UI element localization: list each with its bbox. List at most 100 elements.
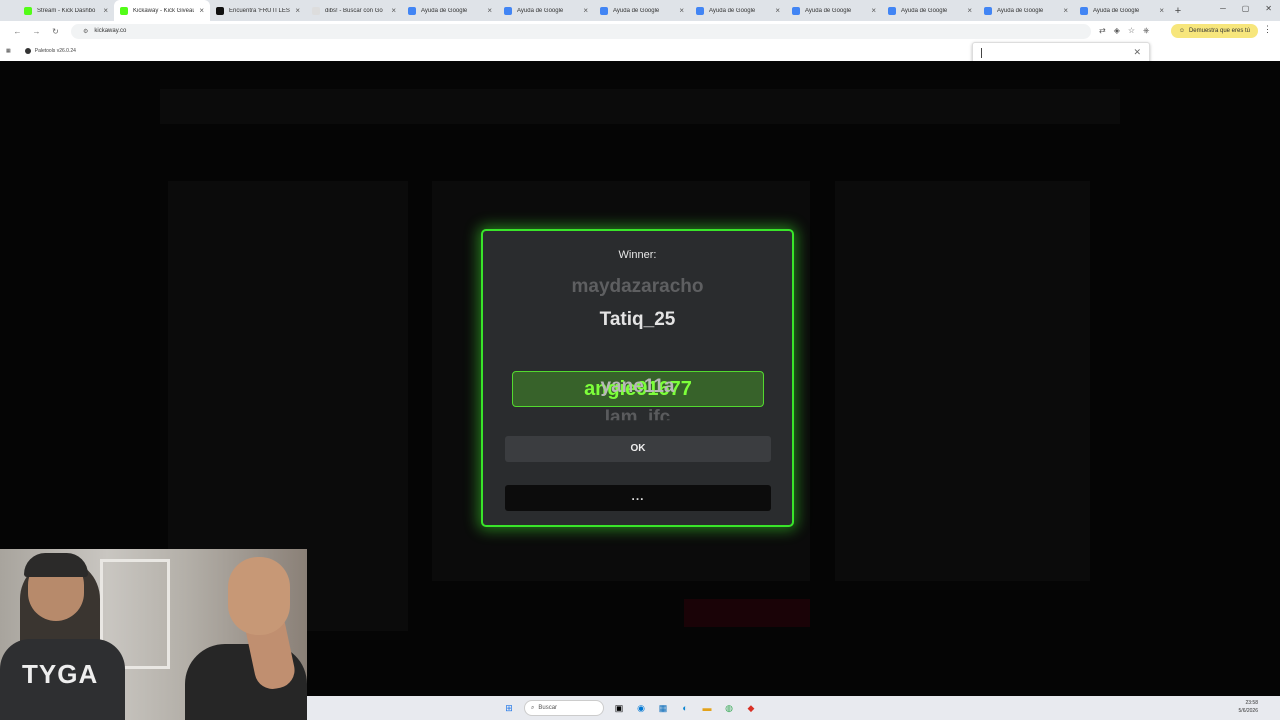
menu-icon[interactable]: ⋮ — [1263, 24, 1272, 35]
winner-modal: Winner: maydazaracho Tatiq_25 angie91677… — [481, 229, 794, 527]
tab-strip: Stream - Kick Dashbo × Kickaway - Kick Giv… — [0, 0, 1280, 21]
winner-label: Winner: — [618, 249, 657, 261]
file-explorer-icon[interactable]: ▬ — [700, 701, 714, 715]
tab-close-icon[interactable]: × — [679, 6, 684, 15]
close-window-icon[interactable]: ✕ — [1265, 4, 1272, 13]
verify-promo[interactable]: ☺ Demuestra que eres tú — [1170, 24, 1258, 38]
tab-favicon — [1080, 6, 1088, 15]
tab-close-icon[interactable]: × — [199, 6, 204, 15]
streamer-cap — [24, 553, 88, 577]
browser-tab[interactable]: Encuentra 'FRUTI LES × — [210, 0, 306, 21]
search-icon: ⌕ — [531, 704, 535, 711]
tab-title: Ayuda de Google — [805, 7, 852, 14]
browser-tab[interactable]: Stream - Kick Dashbo × — [18, 0, 114, 21]
url-text: kickaway.co — [94, 28, 127, 34]
tab-close-icon[interactable]: × — [295, 6, 300, 15]
extension-icon[interactable]: ◈ — [1114, 26, 1120, 36]
browser-tab[interactable]: dibs! - Buscar con Go × — [306, 0, 402, 21]
browser-tab[interactable]: Ayuda de Google × — [978, 0, 1074, 21]
tab-close-icon[interactable]: × — [391, 6, 396, 15]
tab-favicon — [984, 6, 992, 15]
tab-title: Ayuda de Google — [997, 7, 1044, 14]
browser-tab[interactable]: Ayuda de Google × — [882, 0, 978, 21]
tab-close-icon[interactable]: × — [871, 6, 876, 15]
tab-favicon — [216, 6, 224, 15]
back-icon[interactable]: ← — [8, 27, 27, 36]
smile-icon: ☺ — [1178, 28, 1185, 34]
translate-icon[interactable]: ⇄ — [1099, 26, 1106, 36]
browser-tab[interactable]: Kickaway - Kick Giveau × — [114, 0, 210, 21]
store-icon[interactable]: ▦ — [656, 701, 670, 715]
new-tab-button[interactable]: + — [1170, 5, 1186, 17]
webcam-overlay: TYGA — [0, 549, 307, 720]
bookmark-item[interactable]: Paletools v26.0.24 — [24, 48, 76, 54]
tab-close-icon[interactable]: × — [487, 6, 492, 15]
name-reel-item: Tatiq_25 — [599, 309, 676, 330]
system-tray[interactable]: 23:58 5/6/2026 — [1239, 699, 1258, 715]
toolbar: ← → ↻ ⚙ kickaway.co ⇄ ◈ ☆ ⎈ — [0, 21, 1280, 41]
app-red-icon[interactable]: ◆ — [744, 701, 758, 715]
name-reel-item: maydazaracho — [571, 276, 704, 297]
tab-favicon — [120, 6, 128, 15]
bg-winners-panel — [835, 181, 1090, 581]
name-reel-item: yane11a — [600, 376, 675, 397]
task-view-icon[interactable]: ▣ — [612, 701, 626, 715]
tab-close-icon[interactable]: × — [967, 6, 972, 15]
maximize-icon[interactable]: ▢ — [1242, 4, 1250, 13]
tab-title: Stream - Kick Dashbo — [37, 7, 96, 14]
apps-grid-icon[interactable]: ▦ — [6, 48, 11, 54]
browser-tab[interactable]: Ayuda de Google × — [786, 0, 882, 21]
more-options-button[interactable]: ... — [505, 485, 771, 511]
tab-favicon — [888, 6, 896, 15]
tab-title: Ayuda de Google — [1093, 7, 1140, 14]
tab-favicon — [312, 6, 320, 15]
site-info-icon[interactable]: ⚙ — [83, 28, 88, 35]
tab-favicon — [600, 6, 608, 15]
tab-close-icon[interactable]: × — [775, 6, 780, 15]
windows-start-icon[interactable]: ⊞ — [502, 701, 516, 715]
edge-icon[interactable]: ◐ — [678, 701, 692, 715]
tab-favicon — [792, 6, 800, 15]
profile-icon[interactable]: ⎈ — [1143, 26, 1149, 36]
bookmark-star-icon[interactable]: ☆ — [1128, 26, 1135, 36]
ok-button[interactable]: OK — [505, 436, 771, 462]
tab-favicon — [696, 6, 704, 15]
tab-close-icon[interactable]: × — [1159, 6, 1164, 15]
tab-title: Ayuda de Google — [709, 7, 756, 14]
tab-title: Kickaway - Kick Giveau — [133, 7, 194, 14]
tab-favicon — [408, 6, 416, 15]
bookmark-favicon — [24, 48, 31, 54]
find-input[interactable] — [981, 48, 982, 58]
tab-title: Encuentra 'FRUTI LES — [229, 7, 290, 14]
tab-title: Ayuda de Google — [613, 7, 660, 14]
shirt-text: TYGA — [22, 659, 99, 689]
browser-tab[interactable]: Ayuda de Google × — [594, 0, 690, 21]
tab-close-icon[interactable]: × — [103, 6, 108, 15]
taskbar-search[interactable]: ⌕ Buscar — [524, 700, 604, 716]
tab-title: Ayuda de Google — [517, 7, 564, 14]
browser-tab[interactable]: Ayuda de Google × — [1074, 0, 1170, 21]
app-icon[interactable]: ◉ — [634, 701, 648, 715]
tab-list: Stream - Kick Dashbo × Kickaway - Kick Giv… — [18, 0, 1170, 21]
browser-tab[interactable]: Ayuda de Google × — [402, 0, 498, 21]
taskbar: ⊞ ⌕ Buscar ▣ ◉ ▦ ◐ ▬ ◍ ◆ 23:58 5/6/2026 — [307, 696, 1280, 720]
clock-date: 5/6/2026 — [1238, 708, 1258, 714]
tab-close-icon[interactable]: × — [1063, 6, 1068, 15]
browser-tab[interactable]: Ayuda de Google × — [690, 0, 786, 21]
name-reel-item: Iam_ifc — [604, 407, 671, 428]
verify-promo-label: Demuestra que eres tú — [1188, 28, 1250, 34]
tab-title: dibs! - Buscar con Go — [325, 7, 383, 14]
tab-favicon — [504, 6, 512, 15]
address-bar[interactable]: ⚙ kickaway.co — [71, 23, 1091, 39]
chrome-icon[interactable]: ◍ — [722, 701, 736, 715]
minimize-icon[interactable]: ─ — [1220, 4, 1226, 13]
clock-time: 23:58 — [1245, 700, 1258, 706]
close-find-icon[interactable]: ✕ — [1133, 47, 1141, 58]
tab-close-icon[interactable]: × — [583, 6, 588, 15]
browser-tab[interactable]: Ayuda de Google × — [498, 0, 594, 21]
tab-favicon — [24, 6, 32, 15]
forward-icon[interactable]: → — [27, 27, 46, 36]
bookmark-label: Paletools v26.0.24 — [34, 48, 76, 54]
reload-icon[interactable]: ↻ — [46, 27, 65, 36]
tab-title: Ayuda de Google — [901, 7, 948, 14]
